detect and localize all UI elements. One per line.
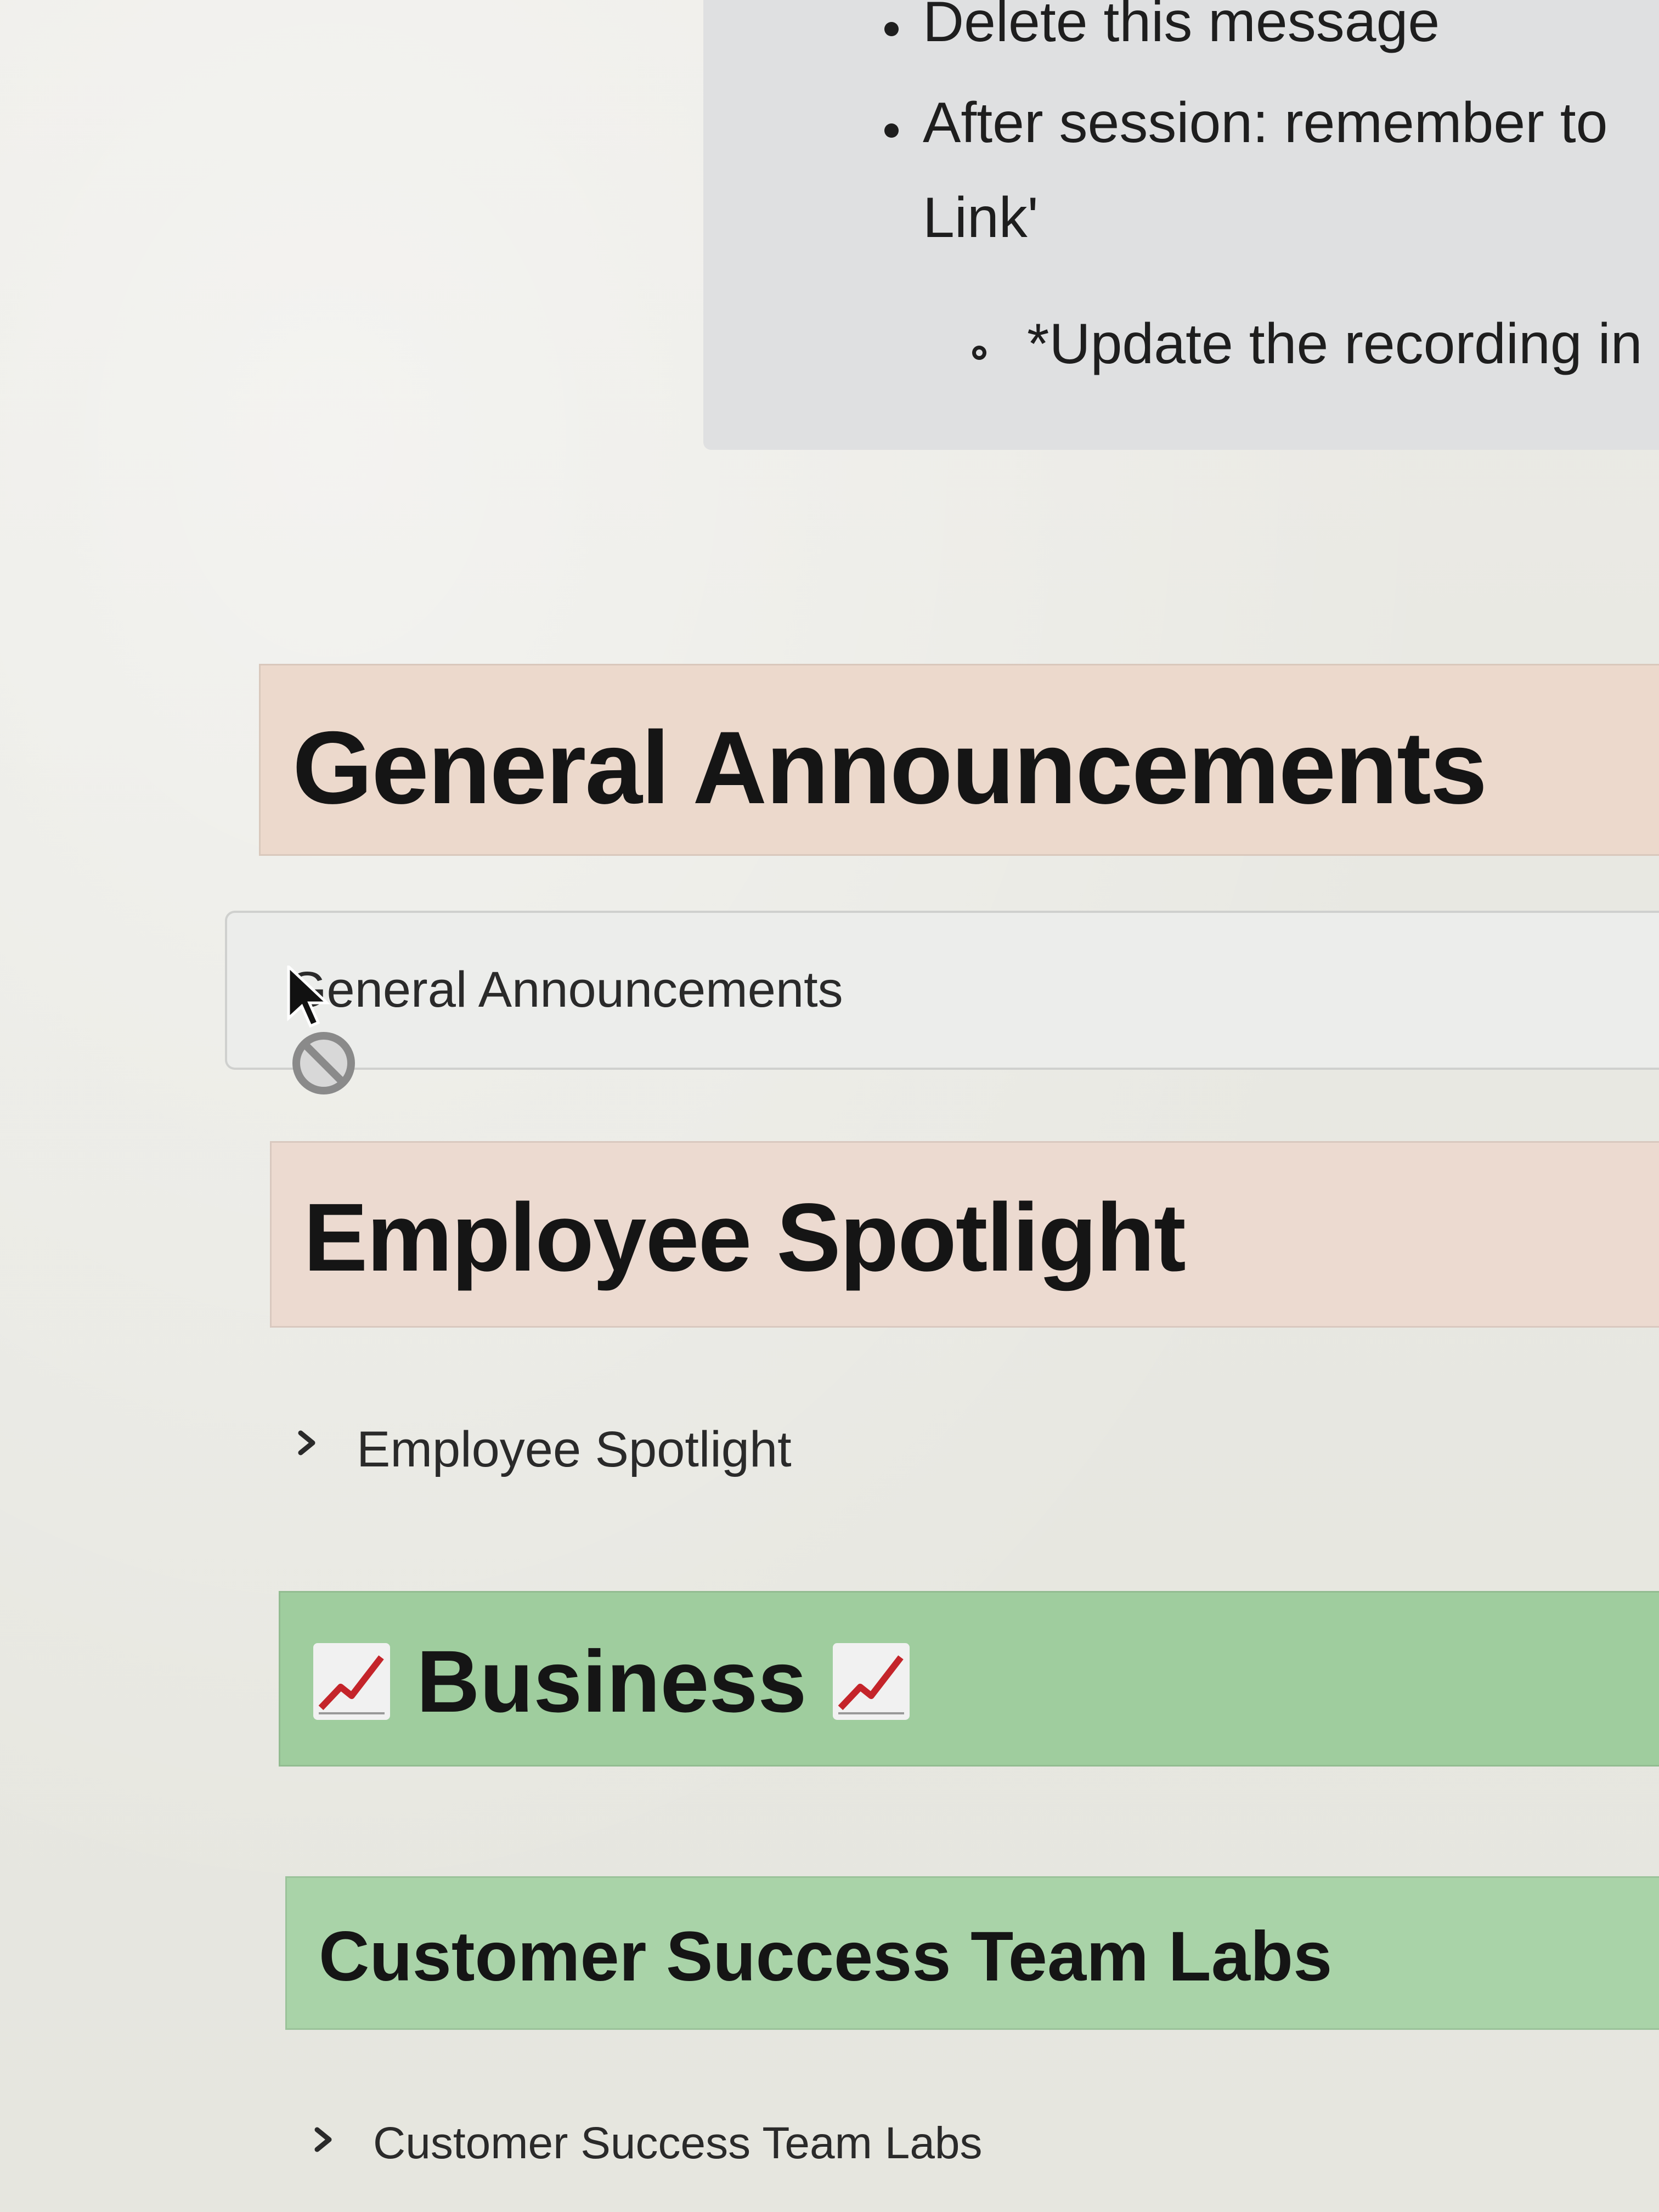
chevron-right-icon[interactable] [291,1426,324,1459]
heading-text: Customer Success Team Labs [319,1917,1333,1996]
toggle-customer-success-team-labs[interactable]: Customer Success Team Labs [307,2118,1240,2172]
callout-block[interactable]: Delete this message After session: remem… [703,0,1659,450]
heading-text: Business [416,1632,807,1730]
heading-text: Employee Spotlight [303,1184,1186,1291]
bullet-item[interactable]: After session: remember to [923,94,1607,151]
toggle-general-announcements[interactable]: General Announcements [225,911,1659,1070]
section-heading-labs[interactable]: Customer Success Team Labs [285,1876,1659,2030]
toggle-label: Customer Success Team Labs [373,2118,983,2168]
toggle-employee-spotlight[interactable]: Employee Spotlight [291,1421,1169,1481]
bullet-item-continuation[interactable]: Link' [923,189,1039,246]
toggle-label: Employee Spotlight [357,1421,792,1477]
chart-increasing-icon [313,1643,390,1720]
heading-text: General Announcements [292,710,1487,825]
sub-bullet-ring [972,346,986,360]
toggle-label: General Announcements [287,962,843,1018]
sub-bullet-item[interactable]: *Update the recording in [1027,315,1643,373]
chart-increasing-icon [833,1643,910,1720]
section-heading-business[interactable]: Business [279,1591,1659,1767]
section-heading-general[interactable]: General Announcements [259,664,1659,856]
bullet-dot [884,22,899,36]
bullet-item[interactable]: Delete this message [923,0,1440,50]
notion-page: Delete this message After session: remem… [0,0,1659,2212]
bullet-dot [884,123,899,138]
not-allowed-cursor-icon [285,966,362,1097]
heading-text-row: Business [313,1631,910,1732]
section-heading-spotlight[interactable]: Employee Spotlight [270,1141,1659,1328]
chevron-right-icon[interactable] [307,2123,340,2156]
